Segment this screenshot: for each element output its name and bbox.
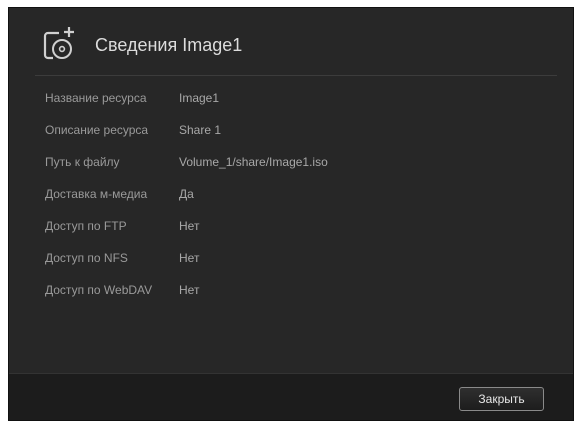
- detail-row-share-name: Название ресурса Image1: [45, 91, 555, 123]
- add-share-folder-icon: [42, 25, 76, 61]
- share-details-dialog: Сведения Image1 Название ресурса Image1 …: [8, 7, 574, 421]
- detail-value: Нет: [179, 219, 200, 233]
- detail-label: Название ресурса: [45, 91, 147, 105]
- detail-row-file-path: Путь к файлу Volume_1/share/Image1.iso: [45, 155, 555, 187]
- header-divider: [35, 75, 557, 76]
- detail-value: Image1: [179, 91, 220, 105]
- detail-label: Путь к файлу: [45, 155, 120, 169]
- detail-value: Share 1: [179, 123, 222, 137]
- detail-value: Нет: [179, 283, 200, 297]
- detail-label: Доступ по WebDAV: [45, 283, 153, 297]
- detail-row-ftp-access: Доступ по FTP Нет: [45, 219, 555, 251]
- dialog-header: Сведения Image1: [9, 8, 573, 78]
- detail-row-webdav-access: Доступ по WebDAV Нет: [45, 283, 555, 315]
- dialog-footer: Закрыть: [9, 373, 573, 420]
- detail-label: Доступ по FTP: [45, 219, 127, 233]
- close-button[interactable]: Закрыть: [459, 387, 544, 411]
- detail-label: Доставка м-медиа: [45, 187, 148, 201]
- dialog-title: Сведения Image1: [95, 35, 243, 55]
- detail-label: Описание ресурса: [45, 123, 149, 137]
- detail-row-share-description: Описание ресурса Share 1: [45, 123, 555, 155]
- details-list: Название ресурса Image1 Описание ресурса…: [45, 91, 555, 315]
- detail-value: Да: [179, 187, 194, 201]
- detail-value: Нет: [179, 251, 200, 265]
- detail-row-media-serving: Доставка м-медиа Да: [45, 187, 555, 219]
- detail-value: Volume_1/share/Image1.iso: [179, 155, 328, 169]
- detail-row-nfs-access: Доступ по NFS Нет: [45, 251, 555, 283]
- detail-label: Доступ по NFS: [45, 251, 128, 265]
